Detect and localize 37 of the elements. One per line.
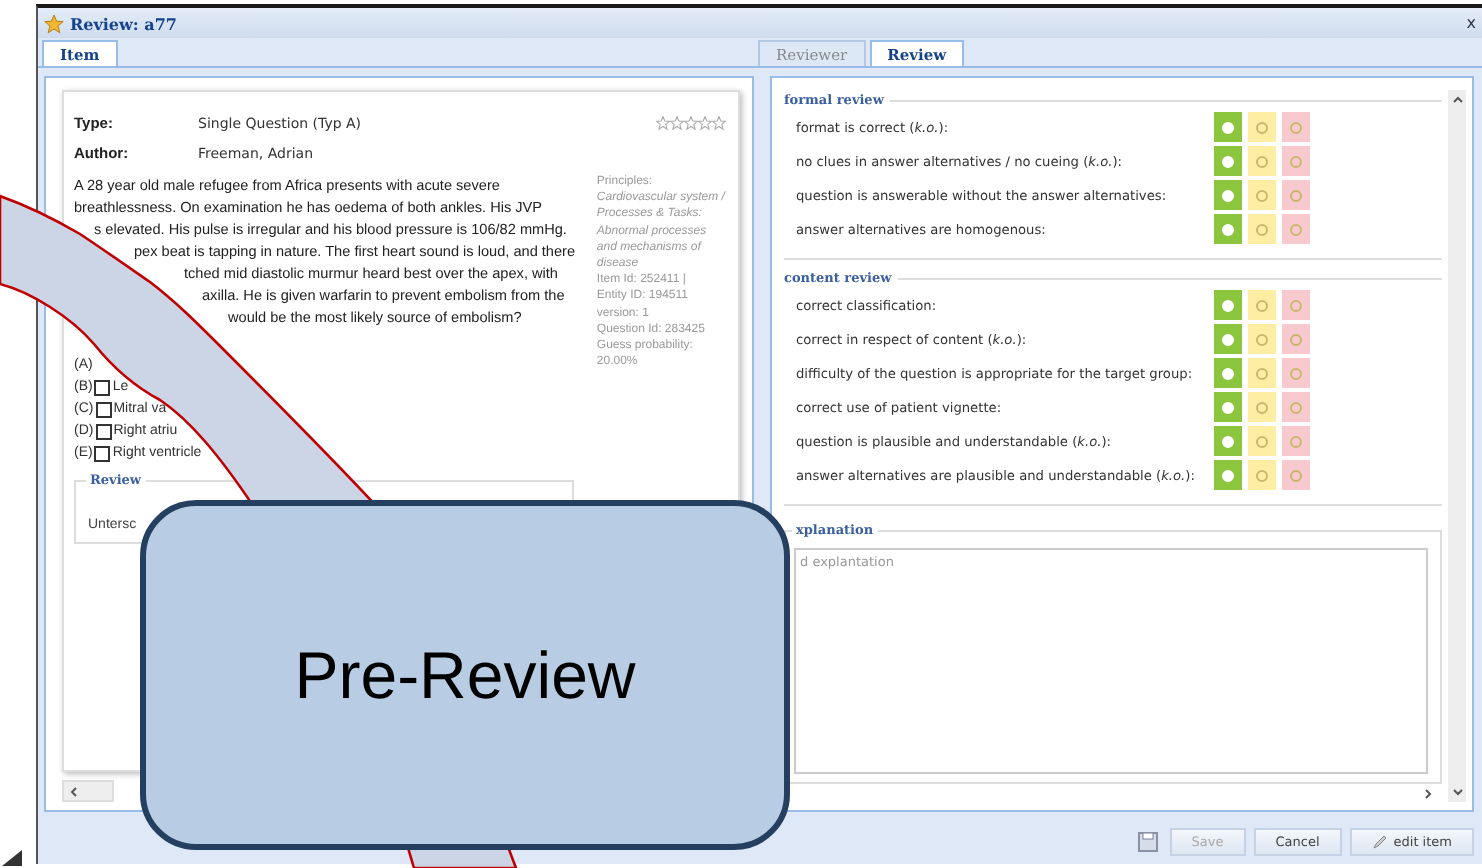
radio-button[interactable] (1290, 333, 1302, 345)
radio-button[interactable] (1290, 299, 1302, 311)
callout-text: Pre-Review (294, 637, 636, 713)
radio-button[interactable] (1290, 189, 1302, 201)
radio-button[interactable] (1256, 333, 1268, 345)
radio-button[interactable] (1290, 155, 1302, 167)
radio-button[interactable] (1256, 155, 1268, 167)
checkbox[interactable] (95, 423, 112, 439)
horizontal-scrollbar[interactable] (62, 780, 114, 802)
radio-button[interactable] (1256, 121, 1268, 133)
radio-button[interactable] (1256, 299, 1268, 311)
chevron-down-icon (1451, 786, 1463, 798)
star-rating[interactable] (656, 116, 726, 130)
radio-button[interactable] (1256, 223, 1268, 235)
chevron-left-icon (68, 785, 80, 797)
radio-button[interactable] (1290, 367, 1302, 379)
pencil-icon (1371, 834, 1388, 850)
checkbox[interactable] (94, 379, 111, 395)
radio-button[interactable] (1256, 367, 1268, 379)
radio-button[interactable] (1290, 223, 1302, 235)
chevron-right-icon[interactable] (1422, 787, 1434, 799)
radio-button[interactable] (1290, 469, 1302, 481)
checkbox[interactable] (94, 445, 111, 461)
vertical-scrollbar[interactable] (1448, 90, 1466, 802)
chevron-up-icon (1451, 94, 1463, 106)
window-title: Review: a77 (70, 13, 177, 33)
star-icon (44, 13, 64, 33)
radio-button[interactable] (1256, 189, 1268, 201)
radio-button[interactable] (1290, 435, 1302, 447)
radio-button[interactable] (1256, 469, 1268, 481)
checkbox[interactable] (95, 401, 112, 417)
radio-button[interactable] (1256, 401, 1268, 413)
corner-mark-icon (0, 844, 24, 868)
close-button[interactable]: x (1466, 14, 1476, 32)
radio-button[interactable] (1290, 401, 1302, 413)
radio-button[interactable] (1256, 435, 1268, 447)
radio-button[interactable] (1290, 121, 1302, 133)
